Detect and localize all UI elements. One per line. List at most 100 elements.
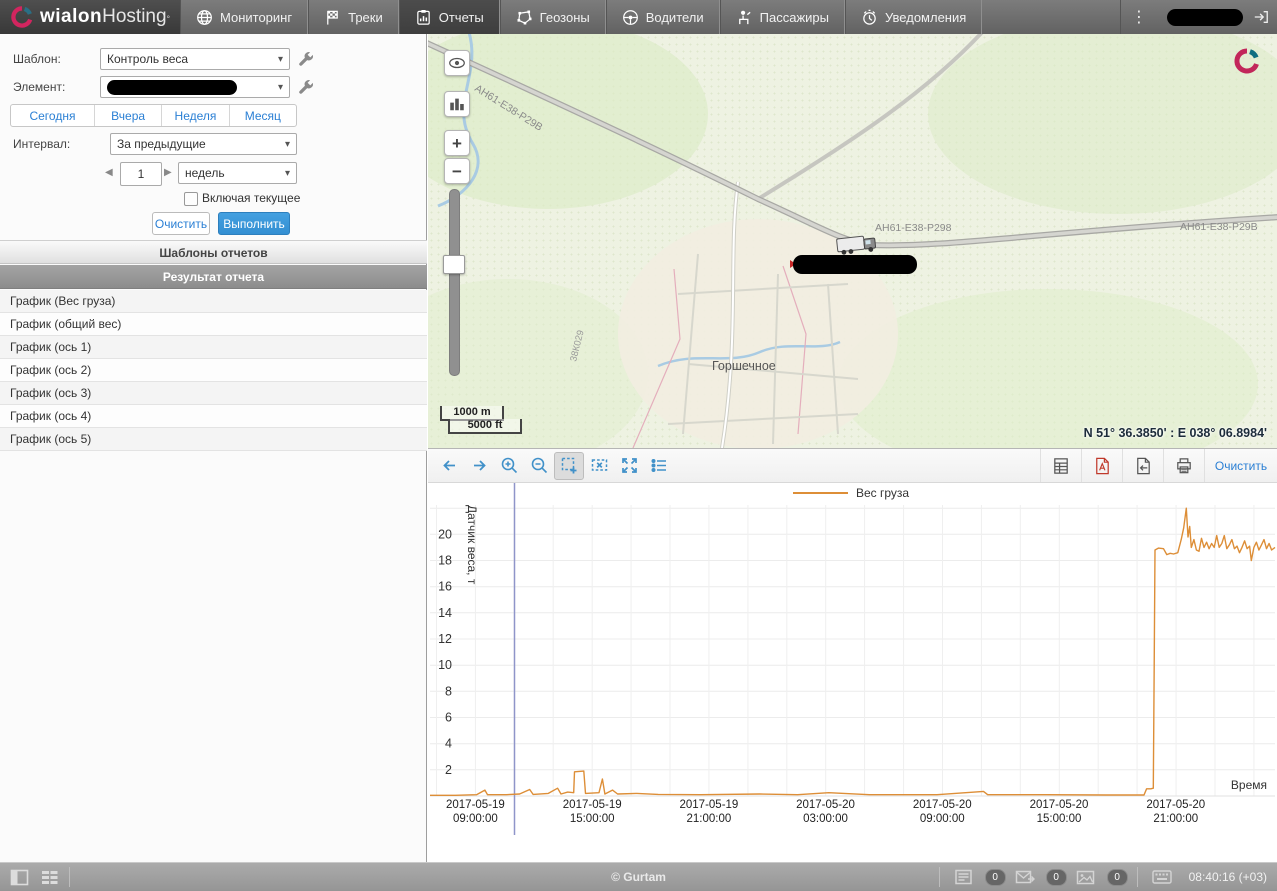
alarm-clock-icon bbox=[861, 9, 878, 26]
increment-arrow[interactable]: ▶ bbox=[164, 162, 172, 184]
selection-zoom-icon bbox=[559, 455, 580, 476]
svg-text:12: 12 bbox=[438, 632, 452, 646]
svg-text:20: 20 bbox=[438, 527, 452, 541]
chart-back-button[interactable] bbox=[434, 452, 464, 480]
range-week-button[interactable]: Неделя bbox=[161, 105, 228, 126]
result-item-axis4-chart[interactable]: График (ось 4) bbox=[0, 405, 427, 428]
photo-icon bbox=[1076, 870, 1095, 885]
templates-section-header[interactable]: Шаблоны отчетов bbox=[0, 240, 427, 264]
bottom-panel-grid-button[interactable] bbox=[34, 865, 64, 889]
result-section-header[interactable]: Результат отчета bbox=[0, 265, 427, 289]
interval-type-select[interactable]: За предыдущие ▾ bbox=[110, 133, 297, 155]
result-item-axis3-chart[interactable]: График (ось 3) bbox=[0, 382, 427, 405]
nav-item-monitoring[interactable]: Мониторинг bbox=[180, 0, 308, 34]
svg-text:10: 10 bbox=[438, 658, 452, 672]
chart-fit-all-button[interactable] bbox=[614, 452, 644, 480]
range-yesterday-button[interactable]: Вчера bbox=[94, 105, 161, 126]
template-settings-wrench-icon[interactable] bbox=[297, 50, 315, 68]
panel-toggle-icon bbox=[10, 869, 29, 886]
zoom-in-button[interactable]: + bbox=[444, 130, 470, 156]
status-bar: © Gurtam 0 0 0 08:40:16 (+03) bbox=[0, 862, 1277, 891]
svg-text:Вес груза: Вес груза bbox=[856, 486, 909, 500]
result-item-axis2-chart[interactable]: График (ось 2) bbox=[0, 359, 427, 382]
nav-item-tracks[interactable]: Треки bbox=[308, 0, 399, 34]
include-current-checkbox[interactable] bbox=[184, 192, 198, 206]
svg-text:03:00:00: 03:00:00 bbox=[803, 813, 848, 825]
range-month-button[interactable]: Месяц bbox=[229, 105, 296, 126]
zoom-slider-handle[interactable] bbox=[443, 255, 465, 274]
chart-legend-toggle-button[interactable] bbox=[644, 452, 674, 480]
result-item-weight-chart[interactable]: График (Вес груза) bbox=[0, 290, 427, 313]
result-item-axis5-chart[interactable]: График (ось 5) bbox=[0, 428, 427, 451]
nav-item-passengers[interactable]: Пассажиры bbox=[720, 0, 845, 34]
report-sidebar: Шаблон: Контроль веса ▾ Элемент: ▾ Сегод… bbox=[0, 34, 427, 862]
export-file-button[interactable] bbox=[1122, 449, 1163, 482]
nav-item-reports[interactable]: Отчеты bbox=[399, 0, 500, 34]
chart-toolbar: Очистить bbox=[428, 449, 1277, 483]
unit-settings-wrench-icon[interactable] bbox=[297, 78, 315, 96]
decrement-arrow[interactable]: ◀ bbox=[105, 162, 113, 184]
toggle-left-panel-button[interactable] bbox=[4, 865, 34, 889]
logout-icon[interactable] bbox=[1253, 9, 1269, 25]
interval-count-input[interactable] bbox=[120, 162, 162, 186]
unit-name-redacted bbox=[107, 80, 237, 95]
chart-plot-area[interactable]: 2468101214161820Датчик веса, т2017-05-19… bbox=[428, 483, 1277, 862]
town-label: Горшечное bbox=[712, 359, 776, 373]
svg-text:2017-05-20: 2017-05-20 bbox=[796, 799, 855, 811]
print-button[interactable] bbox=[1163, 449, 1204, 482]
export-pdf-button[interactable] bbox=[1081, 449, 1122, 482]
messages-button[interactable] bbox=[1010, 865, 1040, 889]
svg-text:2: 2 bbox=[445, 763, 452, 777]
nav-item-geofences[interactable]: Геозоны bbox=[500, 0, 606, 34]
include-current-label: Включая текущее bbox=[202, 191, 300, 205]
chart-marquee-zoom-button[interactable] bbox=[554, 452, 584, 480]
grid-icon bbox=[40, 869, 59, 886]
messages-count-badge: 0 bbox=[1046, 869, 1067, 886]
result-item-total-weight-chart[interactable]: График (общий вес) bbox=[0, 313, 427, 336]
user-name-redacted[interactable] bbox=[1167, 9, 1243, 26]
map-layers-button[interactable] bbox=[444, 91, 470, 117]
nav-item-drivers[interactable]: Водители bbox=[606, 0, 720, 34]
road-label-right: АН61-Е38-Р29В bbox=[1180, 221, 1258, 233]
svg-text:2017-05-19: 2017-05-19 bbox=[446, 799, 505, 811]
svg-text:Датчик веса, т: Датчик веса, т bbox=[465, 505, 479, 585]
svg-text:15:00:00: 15:00:00 bbox=[570, 813, 615, 825]
wialon-app: wialonHosting° Мониторинг Треки Отчеты bbox=[0, 0, 1277, 891]
zoom-out-button[interactable]: − bbox=[444, 158, 470, 184]
unit-select[interactable]: ▾ bbox=[100, 76, 290, 98]
nav-item-notifications[interactable]: Уведомления bbox=[845, 0, 982, 34]
interval-unit-select[interactable]: недель ▾ bbox=[178, 162, 297, 184]
svg-text:6: 6 bbox=[445, 711, 452, 725]
result-item-axis1-chart[interactable]: График (ось 1) bbox=[0, 336, 427, 359]
overflow-menu-button[interactable]: ⋮ bbox=[1121, 7, 1157, 27]
chart-clear-button[interactable]: Очистить bbox=[1204, 449, 1277, 482]
execute-button[interactable]: Выполнить bbox=[218, 212, 290, 235]
visibility-eye-button[interactable] bbox=[444, 50, 470, 76]
clear-button[interactable]: Очистить bbox=[152, 212, 210, 235]
weight-chart: 2468101214161820Датчик веса, т2017-05-19… bbox=[428, 483, 1277, 862]
scale-imperial: 5000 ft bbox=[448, 419, 522, 434]
svg-text:18: 18 bbox=[438, 554, 452, 568]
template-select[interactable]: Контроль веса ▾ bbox=[100, 48, 290, 70]
envelope-icon bbox=[1015, 870, 1035, 885]
eye-icon bbox=[447, 53, 467, 73]
zoom-slider-track[interactable] bbox=[449, 189, 460, 376]
svg-text:2017-05-19: 2017-05-19 bbox=[679, 799, 738, 811]
hotkeys-button[interactable] bbox=[1147, 865, 1177, 889]
chart-zoom-x-button[interactable] bbox=[584, 452, 614, 480]
media-button[interactable] bbox=[1071, 865, 1101, 889]
chart-zoom-in-button[interactable] bbox=[494, 452, 524, 480]
printer-icon bbox=[1174, 456, 1194, 476]
chart-forward-button[interactable] bbox=[464, 452, 494, 480]
flag-icon bbox=[324, 9, 341, 26]
map-canvas[interactable]: АН61-Е38-Р29В АН61-Е38-Р298 АН61-Е38-Р29… bbox=[428, 34, 1277, 448]
arrow-right-icon bbox=[469, 455, 490, 476]
chevron-down-icon: ▾ bbox=[278, 82, 283, 93]
export-excel-button[interactable] bbox=[1040, 449, 1081, 482]
range-today-button[interactable]: Сегодня bbox=[11, 105, 94, 126]
chevron-down-icon: ▾ bbox=[278, 54, 283, 65]
pdf-file-icon bbox=[1092, 456, 1112, 476]
reports-queue-button[interactable] bbox=[949, 865, 979, 889]
chart-zoom-out-button[interactable] bbox=[524, 452, 554, 480]
report-clipboard-icon bbox=[415, 9, 432, 26]
